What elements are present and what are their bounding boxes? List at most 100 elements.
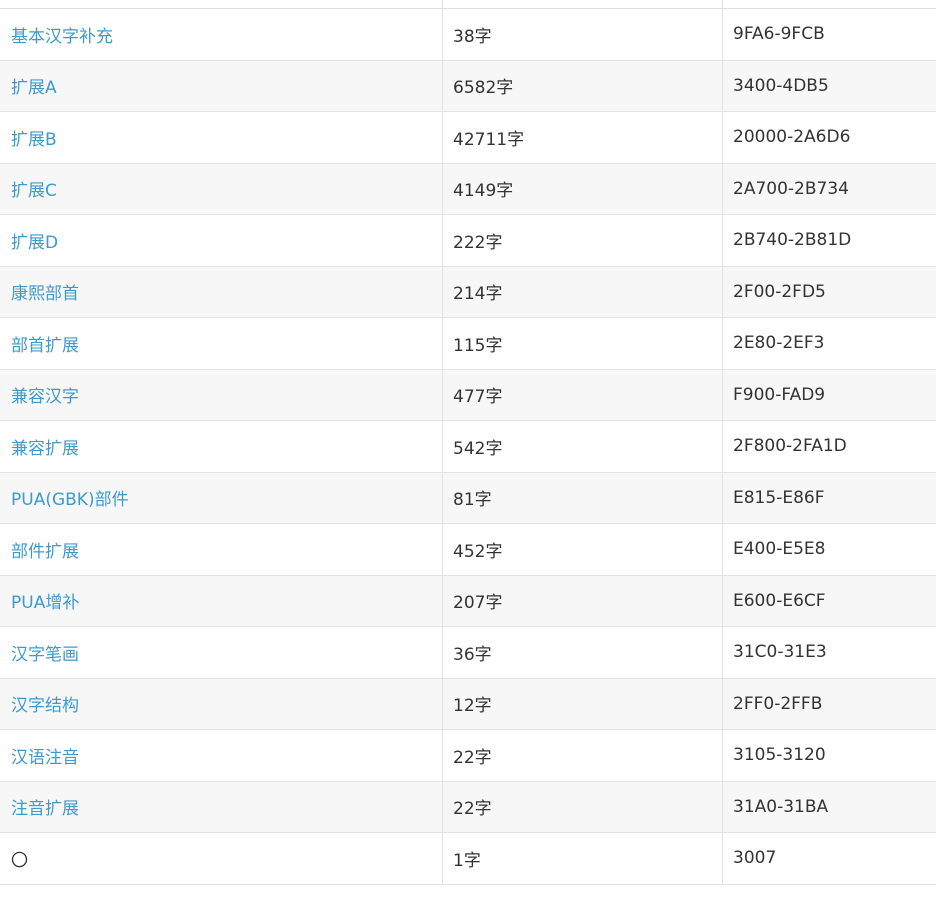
cell-block-name: 注音扩展 (0, 781, 443, 832)
column-divider (442, 0, 443, 8)
block-name-link[interactable]: 基本汉字补充 (11, 22, 113, 47)
block-name-link[interactable]: PUA(GBK)部件 (11, 485, 129, 510)
code-range: E400-E5E8 (733, 539, 826, 560)
block-name-link[interactable]: 兼容汉字 (11, 382, 79, 407)
cell-char-count: 81字 (443, 472, 723, 523)
cell-char-count: 207字 (443, 575, 723, 626)
block-name-link[interactable]: 部件扩展 (11, 537, 79, 562)
cell-char-count: 214字 (443, 266, 723, 317)
block-name-link[interactable]: 兼容扩展 (11, 434, 79, 459)
cell-block-name: 基本汉字补充 (0, 9, 443, 60)
cell-block-name: 康熙部首 (0, 266, 443, 317)
table-row: 〇 1字 3007 (0, 833, 936, 885)
cell-block-name: 〇 (0, 833, 443, 884)
cell-char-count: 4149字 (443, 163, 723, 214)
cell-char-count: 42711字 (443, 112, 723, 163)
cell-code-range: E815-E86F (723, 473, 936, 524)
block-name-link[interactable]: 部首扩展 (11, 331, 79, 356)
block-name-link[interactable]: 注音扩展 (11, 794, 79, 819)
block-name-link[interactable]: 汉字笔画 (11, 640, 79, 665)
cell-char-count: 452字 (443, 524, 723, 575)
cell-code-range: 9FA6-9FCB (723, 9, 936, 60)
cell-code-range: 3400-4DB5 (723, 61, 936, 112)
block-name-text: 〇 (11, 850, 28, 871)
column-divider (722, 0, 723, 8)
cell-block-name: 扩展A (0, 60, 443, 111)
cell-block-name: 扩展B (0, 112, 443, 163)
code-range: 2F800-2FA1D (733, 436, 847, 457)
cell-char-count: 115字 (443, 318, 723, 369)
cell-code-range: 31A0-31BA (723, 782, 936, 833)
char-count: 214字 (453, 284, 503, 305)
table-row: 部首扩展 115字 2E80-2EF3 (0, 318, 936, 370)
table-top-strip (0, 0, 936, 8)
cell-code-range: F900-FAD9 (723, 370, 936, 421)
block-name-link[interactable]: 扩展C (11, 176, 57, 201)
char-count: 81字 (453, 490, 492, 511)
char-count: 36字 (453, 644, 492, 665)
table-row: 汉字结构 12字 2FF0-2FFB (0, 678, 936, 730)
table-row: 扩展D 222字 2B740-2B81D (0, 215, 936, 267)
block-name-link[interactable]: 康熙部首 (11, 279, 79, 304)
char-count: 207字 (453, 593, 503, 614)
char-count: 6582字 (453, 78, 514, 99)
cell-char-count: 22字 (443, 781, 723, 832)
char-count: 12字 (453, 696, 492, 717)
code-range: 31A0-31BA (733, 796, 829, 817)
cell-char-count: 38字 (443, 9, 723, 60)
code-range: 2F00-2FD5 (733, 281, 826, 302)
cell-code-range: 2FF0-2FFB (723, 679, 936, 730)
table-row: 注音扩展 22字 31A0-31BA (0, 781, 936, 833)
table-row: 兼容汉字 477字 F900-FAD9 (0, 369, 936, 421)
block-name-link[interactable]: 扩展D (11, 228, 58, 253)
block-name-link[interactable]: 扩展B (11, 125, 57, 150)
code-range: 3400-4DB5 (733, 75, 829, 96)
table-row: PUA(GBK)部件 81字 E815-E86F (0, 472, 936, 524)
cell-code-range: 2E80-2EF3 (723, 318, 936, 369)
block-name-link[interactable]: 汉语注音 (11, 743, 79, 768)
code-range: 9FA6-9FCB (733, 24, 825, 45)
unicode-block-table: 基本汉字补充 38字 9FA6-9FCB 扩展A 6582字 3400-4DB5 扩展B 42… (0, 8, 936, 885)
code-range: 2A700-2B734 (733, 178, 849, 199)
cell-char-count: 542字 (443, 421, 723, 472)
code-range: F900-FAD9 (733, 384, 826, 405)
cell-block-name: 汉语注音 (0, 730, 443, 781)
code-range: 2FF0-2FFB (733, 693, 823, 714)
cell-code-range: 3007 (723, 833, 936, 884)
cell-block-name: 兼容扩展 (0, 421, 443, 472)
cell-block-name: 扩展D (0, 215, 443, 266)
cell-char-count: 12字 (443, 678, 723, 729)
cell-block-name: PUA(GBK)部件 (0, 472, 443, 523)
block-name-link[interactable]: PUA增补 (11, 588, 79, 613)
code-range: 2E80-2EF3 (733, 333, 825, 354)
char-count: 115字 (453, 335, 503, 356)
block-name-link[interactable]: 汉字结构 (11, 691, 79, 716)
code-range: E600-E6CF (733, 590, 826, 611)
cell-code-range: 20000-2A6D6 (723, 112, 936, 163)
code-range: 3007 (733, 848, 777, 869)
cell-code-range: E600-E6CF (723, 576, 936, 627)
cell-char-count: 22字 (443, 730, 723, 781)
table-row: 部件扩展 452字 E400-E5E8 (0, 524, 936, 576)
char-count: 4149字 (453, 181, 514, 202)
cell-block-name: 兼容汉字 (0, 369, 443, 420)
cell-block-name: 汉字笔画 (0, 627, 443, 678)
cell-code-range: 3105-3120 (723, 730, 936, 781)
cell-block-name: 汉字结构 (0, 678, 443, 729)
code-range: 2B740-2B81D (733, 230, 852, 251)
block-name-link[interactable]: 扩展A (11, 73, 57, 98)
char-count: 452字 (453, 541, 503, 562)
table-row: 康熙部首 214字 2F00-2FD5 (0, 266, 936, 318)
cell-char-count: 6582字 (443, 60, 723, 111)
char-count: 38字 (453, 26, 492, 47)
table-row: 扩展A 6582字 3400-4DB5 (0, 60, 936, 112)
cell-char-count: 222字 (443, 215, 723, 266)
code-range: 31C0-31E3 (733, 642, 827, 663)
code-range: E815-E86F (733, 487, 825, 508)
cell-code-range: 2F800-2FA1D (723, 421, 936, 472)
cell-block-name: PUA增补 (0, 575, 443, 626)
cell-char-count: 36字 (443, 627, 723, 678)
cell-char-count: 1字 (443, 833, 723, 884)
cell-block-name: 部件扩展 (0, 524, 443, 575)
cell-code-range: 2B740-2B81D (723, 215, 936, 266)
